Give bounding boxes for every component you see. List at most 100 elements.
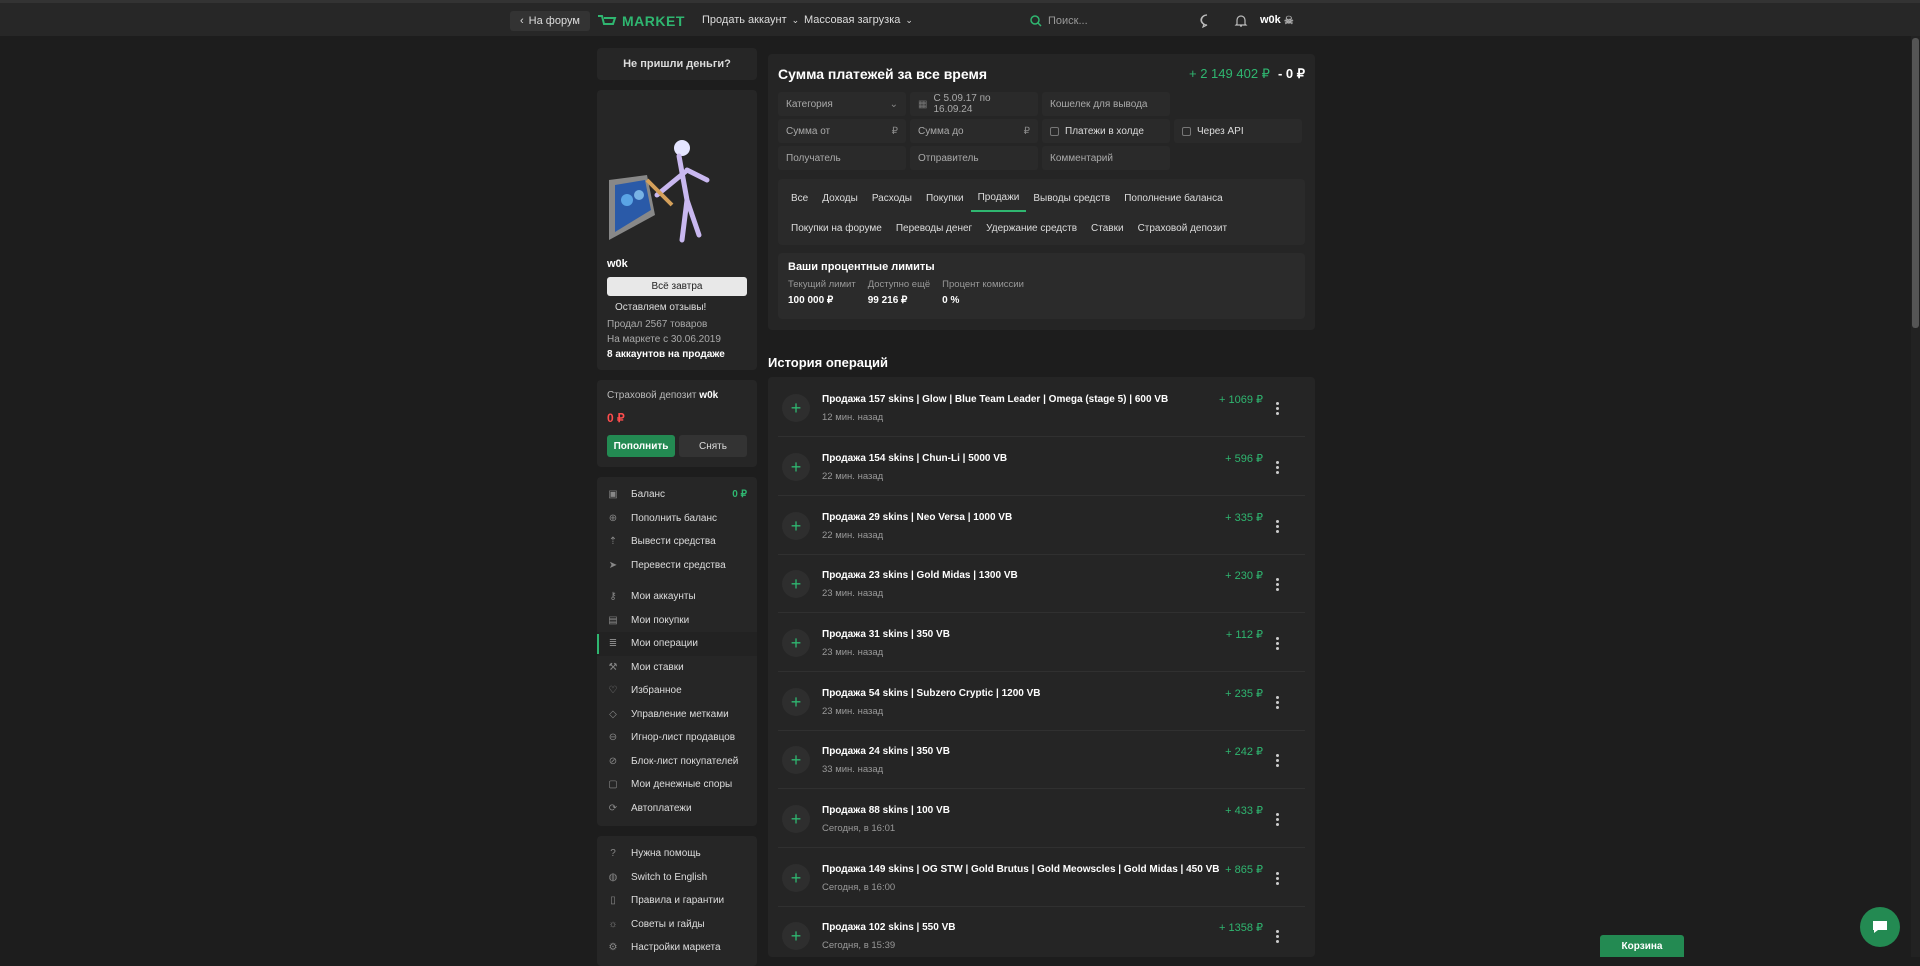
cart-button[interactable]: Корзина <box>1600 935 1684 957</box>
back-to-forum-button[interactable]: ‹ На форум <box>510 11 590 31</box>
tag-icon: ◇ <box>609 708 617 720</box>
more-icon[interactable] <box>1271 804 1283 834</box>
more-icon[interactable] <box>1271 393 1283 423</box>
market-logo[interactable]: MARKET <box>597 13 685 29</box>
list-item[interactable]: + Продажа 154 skins | Chun-Li | 5000 VB 22… <box>768 438 1315 496</box>
plus-icon: + <box>782 570 810 598</box>
scrollbar-thumb[interactable] <box>1912 38 1919 328</box>
skeleton-avatar-icon <box>609 140 710 243</box>
hold-checkbox[interactable]: Платежи в холде <box>1042 119 1170 143</box>
list-item[interactable]: + Продажа 149 skins | OG STW | Gold Brutu… <box>768 849 1315 907</box>
sidebar-item-label: Настройки маркета <box>631 942 721 954</box>
list-item[interactable]: + Продажа 54 skins | Subzero Cryptic | 12… <box>768 673 1315 731</box>
user-menu[interactable]: w0k ☠ <box>1260 14 1300 27</box>
sidebar-item-purchases[interactable]: ▤ Мои покупки <box>597 609 757 633</box>
operation-time: Сегодня, в 16:01 <box>822 822 896 834</box>
wallet-input[interactable]: Кошелек для вывода <box>1042 92 1170 116</box>
chat-icon[interactable] <box>1198 12 1216 30</box>
page-scrollbar[interactable] <box>1911 36 1920 957</box>
sum-from-input[interactable]: Сумма от ₽ <box>778 119 906 143</box>
sidebar-item-settings[interactable]: ⚙ Настройки маркета <box>597 936 757 960</box>
sidebar-item-language[interactable]: ◍ Switch to English <box>597 866 757 890</box>
sidebar-item-ignore-list[interactable]: ⊖ Игнор-лист продавцов <box>597 726 757 750</box>
tab-expenses[interactable]: Расходы <box>865 184 919 212</box>
chat-bubble-button[interactable] <box>1860 907 1900 947</box>
logo-text: MARKET <box>622 13 685 29</box>
tab-withdrawals[interactable]: Выводы средств <box>1026 184 1117 212</box>
more-icon[interactable] <box>1271 511 1283 541</box>
currency-sign: ₽ <box>1023 125 1030 137</box>
list-item[interactable]: + Продажа 157 skins | Glow | Blue Team Le… <box>768 379 1315 437</box>
more-icon[interactable] <box>1271 687 1283 717</box>
api-checkbox[interactable]: Через API <box>1174 119 1302 143</box>
sender-input[interactable]: Отправитель <box>910 146 1038 170</box>
current-limit-label: Текущий лимит <box>788 279 856 290</box>
sidebar-item-balance[interactable]: ▣ Баланс 0 ₽ <box>597 483 757 507</box>
operation-amount: + 1069 ₽ <box>1218 394 1263 406</box>
tab-forum-purchases[interactable]: Покупки на форуме <box>784 214 889 242</box>
tab-income[interactable]: Доходы <box>815 184 865 212</box>
list-item[interactable]: + Продажа 102 skins | 550 VB Сегодня, в 15… <box>768 907 1315 957</box>
operation-time: 22 мин. назад <box>822 529 884 541</box>
tab-bids[interactable]: Ставки <box>1084 214 1131 242</box>
tab-topups[interactable]: Пополнение баланса <box>1117 184 1229 212</box>
list-item[interactable]: + Продажа 23 skins | Gold Midas | 1300 VB… <box>768 555 1315 613</box>
operation-amount: + 335 ₽ <box>1225 512 1263 524</box>
sidebar-item-transfer[interactable]: ➤ Перевести средства <box>597 554 757 578</box>
sidebar-item-help[interactable]: ? Нужна помощь <box>597 842 757 866</box>
more-icon[interactable] <box>1271 921 1283 951</box>
more-icon[interactable] <box>1271 628 1283 658</box>
sidebar-item-tags[interactable]: ◇ Управление метками <box>597 703 757 727</box>
summary-expense: - 0 ₽ <box>1277 66 1305 81</box>
comment-input[interactable]: Комментарий <box>1042 146 1170 170</box>
tab-insurance-deposit[interactable]: Страховой депозит <box>1131 214 1235 242</box>
sidebar-item-withdraw[interactable]: ⇡ Вывести средства <box>597 530 757 554</box>
checkbox-icon <box>1050 126 1059 136</box>
operation-amount: + 235 ₽ <box>1225 688 1263 700</box>
sidebar-item-favorites[interactable]: ♡ Избранное <box>597 679 757 703</box>
tab-holds[interactable]: Удержание средств <box>979 214 1084 242</box>
sidebar-item-autopay[interactable]: ⟳ Автоплатежи <box>597 797 757 821</box>
category-select[interactable]: Категория ⌄ <box>778 92 906 116</box>
more-icon[interactable] <box>1271 745 1283 775</box>
member-since: На маркете с 30.06.2019 <box>607 334 721 345</box>
operation-title: Продажа 154 skins | Chun-Li | 5000 VB <box>822 452 1008 464</box>
sidebar-item-rules[interactable]: ▯ Правила и гарантии <box>597 889 757 913</box>
nav-bulk-upload[interactable]: Массовая загрузка ⌄ <box>804 14 913 26</box>
sidebar-item-disputes[interactable]: ▢ Мои денежные споры <box>597 773 757 797</box>
tab-purchases[interactable]: Покупки <box>919 184 971 212</box>
more-icon[interactable] <box>1271 863 1283 893</box>
date-range-input[interactable]: ▦ С 5.09.17 по 16.09.24 <box>910 92 1038 116</box>
list-item[interactable]: + Продажа 24 skins | 350 VB 33 мин. назад +… <box>768 731 1315 789</box>
list-icon: ≣ <box>608 638 618 650</box>
list-item[interactable]: + Продажа 29 skins | Neo Versa | 1000 VB 2… <box>768 497 1315 555</box>
bell-icon[interactable] <box>1232 12 1250 30</box>
sidebar-item-block-list[interactable]: ⊘ Блок-лист покупателей <box>597 750 757 774</box>
list-item[interactable]: + Продажа 31 skins | 350 VB 23 мин. назад +… <box>768 614 1315 672</box>
sum-to-input[interactable]: Сумма до ₽ <box>910 119 1038 143</box>
more-icon[interactable] <box>1271 569 1283 599</box>
no-money-button[interactable]: Не пришли деньги? <box>597 48 757 80</box>
add-circle-icon: ⊕ <box>608 512 618 524</box>
sidebar-item-topup[interactable]: ⊕ Пополнить баланс <box>597 507 757 531</box>
status-button[interactable]: Всё завтра <box>607 277 747 296</box>
more-icon[interactable] <box>1271 452 1283 482</box>
recipient-input[interactable]: Получатель <box>778 146 906 170</box>
nav-sell-account[interactable]: Продать аккаунт ⌄ <box>702 14 799 26</box>
sidebar-item-operations[interactable]: ≣ Мои операции <box>597 632 757 656</box>
sidebar-item-accounts[interactable]: ⚷ Мои аккаунты <box>597 585 757 609</box>
sidebar-item-guides[interactable]: ☼ Советы и гайды <box>597 913 757 937</box>
sidebar-item-bids[interactable]: ⚒ Мои ставки <box>597 656 757 680</box>
deposit-topup-button[interactable]: Пополнить <box>607 435 675 457</box>
accounts-on-sale-link[interactable]: 8 аккаунтов на продаже <box>607 349 725 360</box>
avatar <box>607 100 727 250</box>
search-input[interactable]: Поиск... <box>1048 15 1088 27</box>
list-item[interactable]: + Продажа 88 skins | 100 VB Сегодня, в 16:… <box>768 790 1315 848</box>
tab-all[interactable]: Все <box>784 184 815 212</box>
tab-transfers[interactable]: Переводы денег <box>889 214 979 242</box>
deposit-withdraw-button[interactable]: Снять <box>679 435 747 457</box>
tab-sales[interactable]: Продажи <box>970 184 1027 212</box>
search-box[interactable]: Поиск... <box>1030 10 1170 32</box>
calendar-icon: ▦ <box>918 98 928 110</box>
profile-username[interactable]: w0k <box>607 258 747 270</box>
